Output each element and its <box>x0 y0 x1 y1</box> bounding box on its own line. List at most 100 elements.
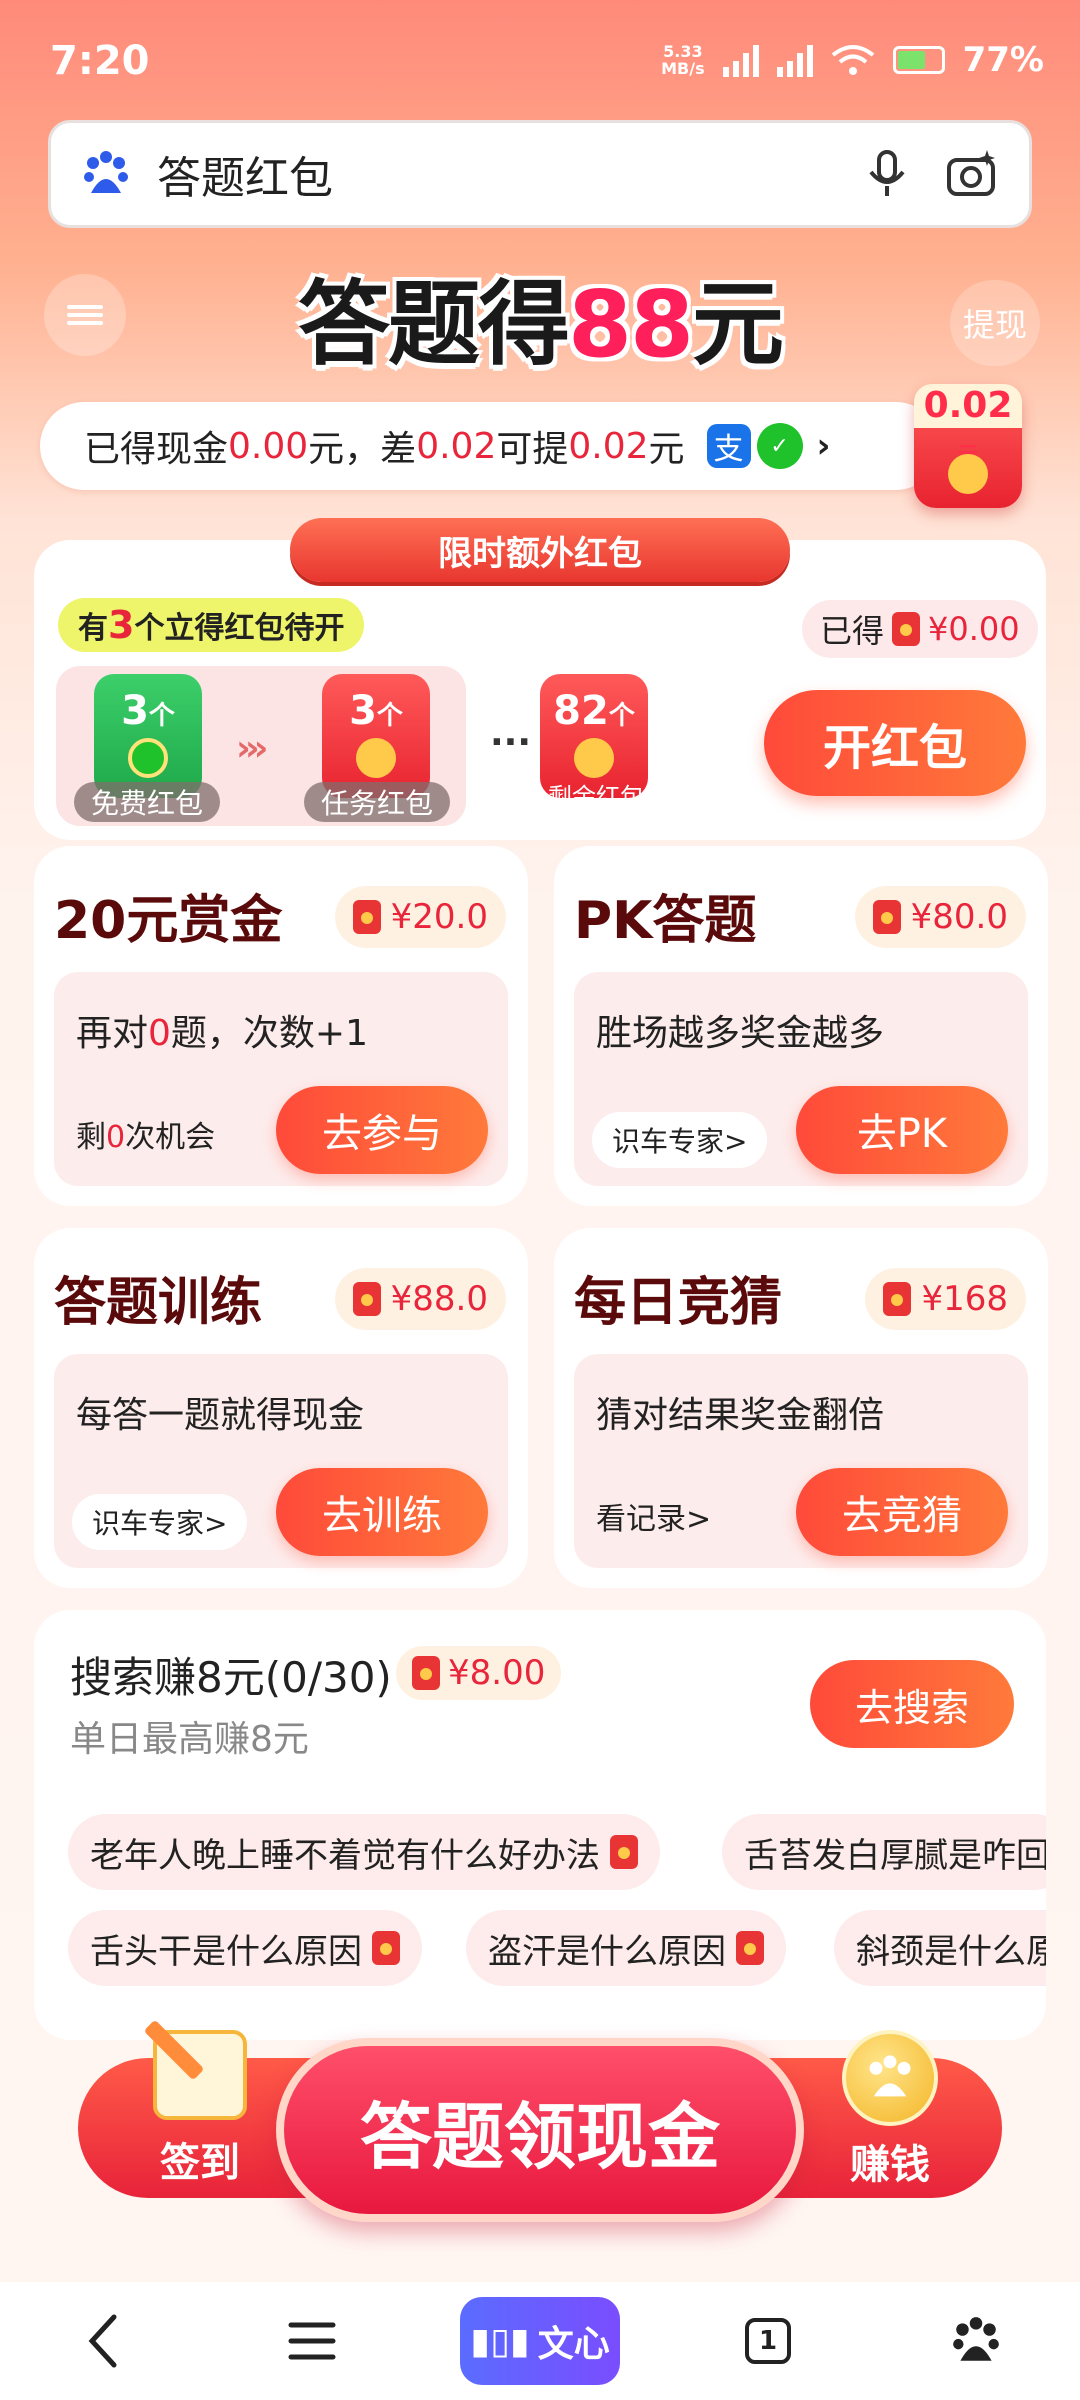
search-tag-text: 舌苔发白厚腻是咋回 <box>744 1835 1046 1876</box>
reward-pill: ¥88.0 <box>334 1268 506 1330</box>
reward-value: ¥80.0 <box>910 897 1008 937</box>
search-tag[interactable]: 舌苔发白厚腻是咋回 <box>722 1814 1046 1890</box>
search-tag[interactable]: 舌头干是什么原因 <box>68 1910 422 1986</box>
earned-value: ¥0.00 <box>928 610 1020 648</box>
task-packet-count: 3 <box>349 688 377 734</box>
floating-red-packet[interactable]: 0.02元 <box>914 384 1022 508</box>
task-inner-panel: 猜对结果奖金翻倍 看记录> 去竞猜 <box>574 1354 1028 1568</box>
search-task-subtitle: 单日最高赚8元 <box>70 1719 309 1760</box>
earned-amount-pill: 已得 ¥0.00 <box>802 600 1038 658</box>
baidu-paw-icon <box>84 151 128 193</box>
paw-icon <box>869 2055 911 2097</box>
paw-coin-icon <box>574 738 614 778</box>
open-red-packet-button[interactable]: 开红包 <box>764 690 1026 796</box>
free-packet-count: 3 <box>121 688 149 734</box>
search-input[interactable]: 答题红包 <box>157 142 831 206</box>
red-packet-icon <box>372 1931 400 1965</box>
remaining-packet-count: 82 <box>553 688 609 734</box>
reward-value: ¥88.0 <box>390 1279 488 1319</box>
search-tag[interactable]: 老年人晚上睡不着觉有什么好办法 <box>68 1814 660 1890</box>
pending-prefix: 有 <box>78 611 108 646</box>
task-title: 20元赏金 <box>54 891 283 951</box>
red-packet-icon <box>883 1282 912 1316</box>
earn-money-button[interactable]: 赚钱 <box>830 2030 950 2190</box>
guess-button[interactable]: 去竞猜 <box>796 1468 1008 1556</box>
notepad-icon <box>153 2030 247 2120</box>
microphone-icon[interactable] <box>859 146 915 202</box>
expert-chip[interactable]: 识车专家> <box>72 1494 248 1550</box>
pk-button[interactable]: 去PK <box>796 1086 1008 1174</box>
task-packet-count-wrap: 3个 <box>349 688 403 734</box>
browser-nav-bar: ▮▯▮ 文心 1 <box>0 2282 1080 2400</box>
desc-num: 0 <box>148 1013 171 1054</box>
checkin-button[interactable]: 签到 <box>140 2030 260 2186</box>
status-bar: 7:20 5.33 MB/s 77% <box>0 0 1080 120</box>
sub-pre: 剩 <box>76 1120 106 1155</box>
cash-earned: 0.00 <box>228 425 309 467</box>
checkin-label: 签到 <box>160 2140 240 2186</box>
cash-mid1: 元，差 <box>308 429 417 470</box>
status-time: 7:20 <box>50 38 150 84</box>
ellipsis: ··· <box>490 722 532 763</box>
task-packet[interactable]: 3个 <box>322 674 430 798</box>
menu-button[interactable] <box>44 274 126 356</box>
remaining-packet-count-wrap: 82个 <box>553 688 635 734</box>
tab-count-icon: 1 <box>745 2318 791 2364</box>
free-packet-label: 免费红包 <box>74 782 220 822</box>
task-card-guess: 每日竞猜 ¥168 猜对结果奖金翻倍 看记录> 去竞猜 <box>554 1228 1048 1588</box>
paw-coin-icon <box>356 738 396 778</box>
earn-label: 赚钱 <box>850 2142 930 2188</box>
battery-icon <box>892 46 945 74</box>
free-packet-count-wrap: 3个 <box>121 688 175 734</box>
search-tag[interactable]: 盗汗是什么原因 <box>466 1910 786 1986</box>
withdraw-button[interactable]: 提现 <box>950 280 1040 366</box>
remaining-packet-unit: 个 <box>608 701 635 731</box>
camera-search-icon[interactable] <box>943 146 999 202</box>
tabs-button[interactable]: 1 <box>708 2291 828 2391</box>
wenxin-label: 文心 <box>537 2324 610 2365</box>
join-button[interactable]: 去参与 <box>276 1086 488 1174</box>
wifi-icon <box>831 45 874 75</box>
search-tag-text: 舌头干是什么原因 <box>90 1931 362 1972</box>
free-packet[interactable]: 3个 <box>94 674 202 798</box>
task-description: 再对0题，次数+1 <box>76 1004 368 1056</box>
signal-icon <box>722 43 759 77</box>
cash-progress-banner[interactable]: 已得现金 0.00 元，差 0.02 可提 0.02 元 支 ✓ › <box>40 402 940 490</box>
task-card-bounty: 20元赏金 ¥20.0 再对0题，次数+1 剩0次机会 去参与 <box>34 846 528 1206</box>
cash-prefix: 已得现金 <box>84 429 229 470</box>
wenxin-button[interactable]: ▮▯▮ 文心 <box>460 2297 620 2385</box>
red-packet-icon <box>352 1282 381 1316</box>
baidu-home-button[interactable] <box>916 2291 1036 2391</box>
answer-for-cash-button[interactable]: 答题领现金 <box>276 2038 804 2222</box>
menu-nav-button[interactable] <box>252 2291 372 2391</box>
reward-pill: ¥20.0 <box>334 886 506 948</box>
status-icons: 5.33 MB/s 77% <box>661 40 1044 80</box>
search-bar[interactable]: 答题红包 <box>48 120 1032 228</box>
reward-pill: ¥80.0 <box>854 886 1026 948</box>
sub-num: 0 <box>106 1120 126 1155</box>
task-card-training: 答题训练 ¥88.0 每答一题就得现金 识车专家> 去训练 <box>34 1228 528 1588</box>
cash-suffix: 元 <box>648 429 685 470</box>
view-records-link[interactable]: 看记录> <box>596 1494 711 1538</box>
red-packet-icon <box>892 612 921 646</box>
arrows-icon: ››› <box>236 728 268 769</box>
remaining-chances: 剩0次机会 <box>76 1112 215 1156</box>
chevron-right-icon: › <box>816 426 831 466</box>
title-amount: 88 <box>567 271 694 378</box>
task-packet-unit: 个 <box>376 701 403 731</box>
signal-icon-2 <box>776 43 813 77</box>
battery-level: 77% <box>962 40 1044 80</box>
expert-chip[interactable]: 识车专家> <box>592 1112 768 1168</box>
wechat-pay-icon: ✓ <box>756 423 803 469</box>
task-packet-label: 任务红包 <box>304 782 450 822</box>
baidu-paw-icon <box>953 2317 999 2361</box>
task-inner-panel: 再对0题，次数+1 剩0次机会 去参与 <box>54 972 508 1186</box>
floating-amount-value: 0.02 <box>923 385 1013 426</box>
go-search-button[interactable]: 去搜索 <box>810 1660 1014 1748</box>
task-description: 胜场越多奖金越多 <box>596 1013 885 1054</box>
search-tag[interactable]: 斜颈是什么原 <box>834 1910 1046 1986</box>
back-button[interactable] <box>44 2291 164 2391</box>
red-packet-icon <box>352 900 381 934</box>
back-arrow-icon <box>88 2314 117 2368</box>
train-button[interactable]: 去训练 <box>276 1468 488 1556</box>
